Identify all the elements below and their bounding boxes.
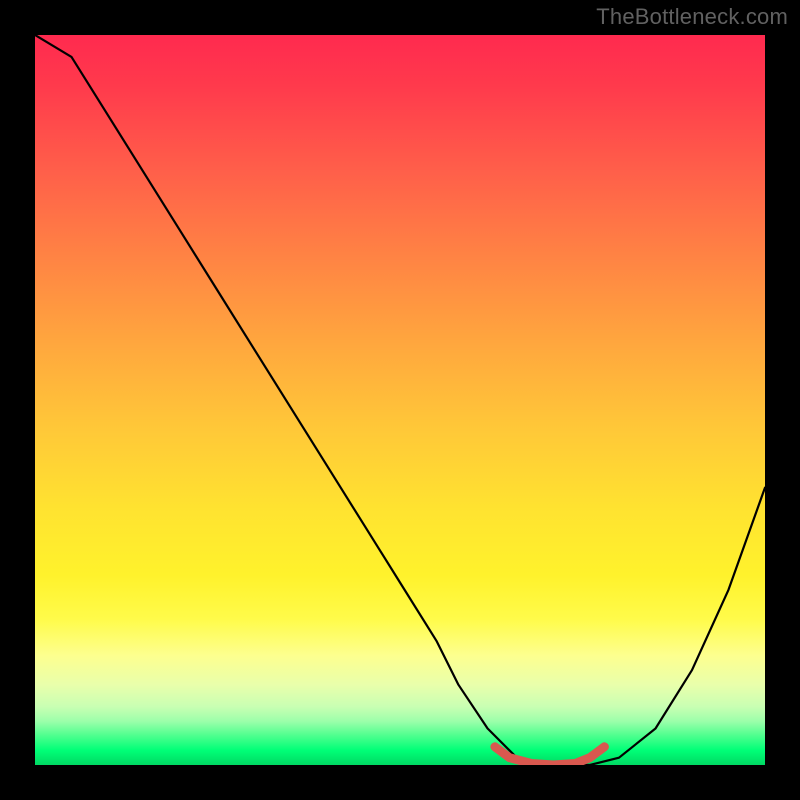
chart-frame: TheBottleneck.com — [0, 0, 800, 800]
plot-area — [35, 35, 765, 765]
bottleneck-curve — [35, 35, 765, 765]
watermark-text: TheBottleneck.com — [596, 4, 788, 30]
optimal-range-marker — [495, 747, 605, 765]
curve-layer — [35, 35, 765, 765]
